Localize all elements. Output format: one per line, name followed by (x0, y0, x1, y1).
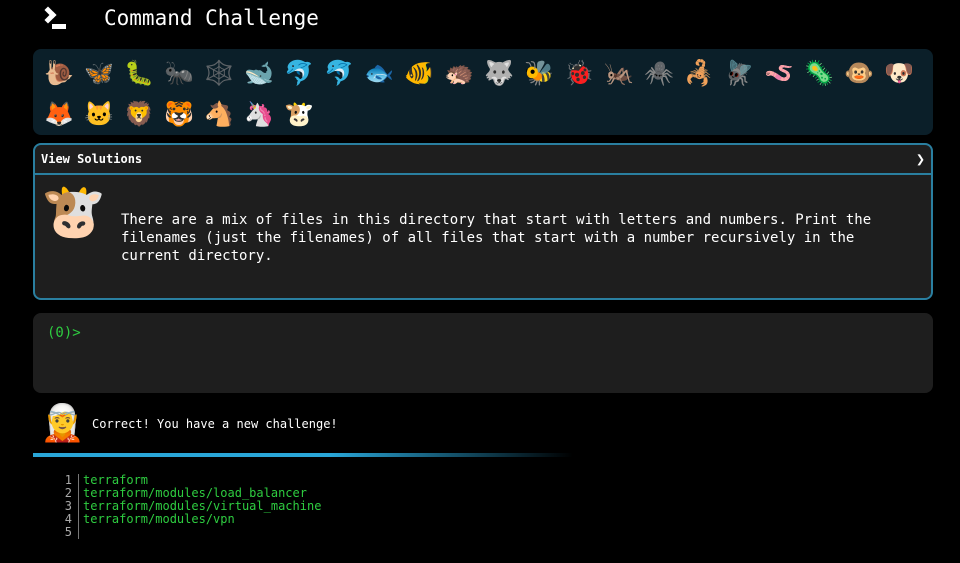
animal-level-icon[interactable]: 🐶 (879, 53, 919, 93)
chevron-right-icon[interactable]: ❯ (916, 150, 925, 168)
animal-level-icon[interactable]: 🐬 (279, 53, 319, 93)
animal-level-icon[interactable]: 🐱 (79, 94, 119, 134)
challenge-description: There are a mix of files in this directo… (121, 212, 872, 264)
view-solutions-header[interactable]: View Solutions ❯ (35, 145, 931, 175)
header: Command Challenge (39, 4, 319, 32)
animal-level-icon[interactable]: 🪰 (719, 53, 759, 93)
animal-level-icon[interactable]: 🐵 (839, 53, 879, 93)
animal-level-icon[interactable]: 🐜 (159, 53, 199, 93)
animal-level-icon[interactable]: 🐞 (559, 53, 599, 93)
animal-level-icon[interactable]: 🐛 (119, 53, 159, 93)
animal-level-icon[interactable]: 🦗 (599, 53, 639, 93)
animal-level-icon[interactable]: 🦂 (679, 53, 719, 93)
animal-level-icon[interactable]: 🐺 (479, 53, 519, 93)
cow-avatar-icon: 🐮 (41, 182, 106, 242)
animal-level-icon[interactable]: 🐌 (39, 53, 79, 93)
animal-level-bar: 🐌 🦋 🐛 🐜 🕸️ 🐋 🐬 🐬 🐟 🐠 🦔 🐺 🐝 🐞 🦗 🕷️ 🦂 🪰 🪱 🦠 🐵 🐶 🦊 🐱 🦁 🐯 🐴 🦄 🐮 (33, 49, 933, 135)
animal-level-icon[interactable]: 🐴 (199, 94, 239, 134)
animal-level-icon[interactable]: 🦔 (439, 53, 479, 93)
command-output: 1 terraform 2 terraform/modules/load_balanc… (60, 474, 321, 539)
animal-level-icon[interactable]: 🦁 (119, 94, 159, 134)
view-solutions-label: View Solutions (41, 152, 143, 166)
animal-level-icon[interactable]: 🪱 (759, 53, 799, 93)
feedback-message: Correct! You have a new challenge! (92, 417, 338, 431)
output-line: 4 terraform/modules/vpn (60, 513, 321, 526)
command-input[interactable] (89, 325, 910, 341)
animal-level-icon[interactable]: 🕷️ (639, 53, 679, 93)
elf-avatar-icon: 🧝 (40, 403, 85, 444)
progress-bar (33, 453, 573, 457)
page-title: Command Challenge (104, 6, 319, 30)
animal-level-icon[interactable]: 🕸️ (199, 53, 239, 93)
line-number: 5 (64, 525, 72, 539)
output-text (78, 526, 83, 539)
animal-level-icon[interactable]: 🐯 (159, 94, 199, 134)
animal-level-icon[interactable]: 🐟 (359, 53, 399, 93)
animal-level-icon[interactable]: 🦄 (239, 94, 279, 134)
output-text: terraform/modules/vpn (78, 513, 235, 526)
animal-level-icon[interactable]: 🐬 (319, 53, 359, 93)
animal-level-icon[interactable]: 🦠 (799, 53, 839, 93)
animal-level-icon[interactable]: 🐋 (239, 53, 279, 93)
animal-level-icon[interactable]: 🐮 (279, 94, 319, 134)
animal-level-icon[interactable]: 🐝 (519, 53, 559, 93)
feedback: 🧝 Correct! You have a new challenge! (40, 402, 338, 446)
terminal-logo-icon (39, 6, 68, 29)
terminal[interactable]: (0)> (33, 313, 933, 393)
animal-level-icon[interactable]: 🐠 (399, 53, 439, 93)
terminal-prompt: (0)> (47, 325, 81, 341)
output-line: 5 (60, 526, 321, 539)
animal-level-icon[interactable]: 🦊 (39, 94, 79, 134)
challenge-panel: View Solutions ❯ 🐮 There are a mix of fi… (33, 143, 933, 300)
animal-level-icon[interactable]: 🦋 (79, 53, 119, 93)
